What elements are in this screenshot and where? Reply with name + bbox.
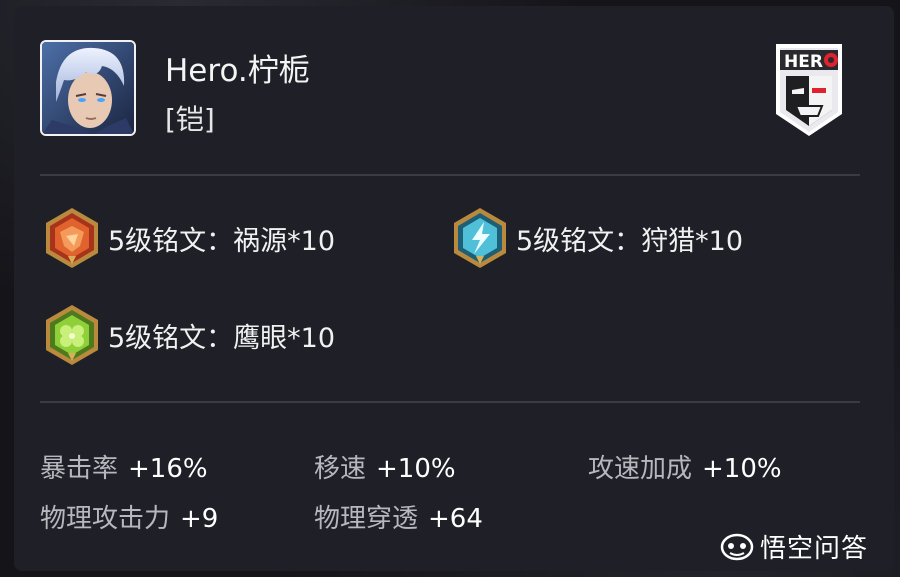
bottom-divider bbox=[40, 401, 860, 403]
stat-value: +64 bbox=[428, 504, 483, 534]
hero-logo-icon: HER bbox=[776, 44, 842, 136]
stat-attack-speed: 攻速加成 +10% bbox=[588, 448, 782, 485]
blue-rune-icon bbox=[454, 208, 506, 268]
stat-value: +9 bbox=[180, 504, 219, 534]
top-divider bbox=[40, 174, 860, 176]
rune-label: 5级铭文：鹰眼*10 bbox=[108, 322, 336, 354]
hero-portrait-icon bbox=[42, 42, 134, 134]
rune-info-card bbox=[14, 6, 894, 571]
stat-label: 物理穿透 bbox=[314, 504, 419, 534]
rune-item-shoulie: 5级铭文：狩猎*10 bbox=[448, 206, 743, 270]
wukong-logo-icon bbox=[720, 533, 754, 561]
stat-value: +10% bbox=[376, 454, 456, 484]
rune-item-yingyan: 5级铭文：鹰眼*10 bbox=[40, 303, 335, 367]
hero-team-logo: HER bbox=[772, 40, 846, 138]
stat-label: 物理攻击力 bbox=[40, 504, 171, 534]
rune-item-huoyuan: 5级铭文：祸源*10 bbox=[40, 206, 335, 270]
wukong-watermark: 悟空问答 bbox=[720, 528, 868, 564]
stat-label: 攻速加成 bbox=[588, 454, 693, 484]
hero-role: [铠] bbox=[165, 103, 215, 136]
stat-value: +10% bbox=[702, 454, 782, 484]
stat-move-speed: 移速 +10% bbox=[314, 448, 456, 485]
hero-name: Hero.柠栀 bbox=[165, 53, 310, 89]
stat-physical-attack: 物理攻击力 +9 bbox=[40, 498, 218, 535]
stat-crit-rate: 暴击率 +16% bbox=[40, 448, 208, 485]
rune-label: 5级铭文：狩猎*10 bbox=[516, 225, 744, 257]
stat-label: 移速 bbox=[314, 454, 367, 484]
svg-text:HER: HER bbox=[784, 52, 823, 72]
green-rune-icon bbox=[46, 305, 98, 365]
stat-label: 暴击率 bbox=[40, 454, 119, 484]
rune-label: 5级铭文：祸源*10 bbox=[108, 225, 336, 257]
stat-value: +16% bbox=[128, 454, 208, 484]
stat-physical-penetration: 物理穿透 +64 bbox=[314, 498, 483, 535]
red-rune-icon bbox=[46, 208, 98, 268]
watermark-text: 悟空问答 bbox=[760, 533, 869, 564]
hero-avatar bbox=[40, 40, 136, 136]
